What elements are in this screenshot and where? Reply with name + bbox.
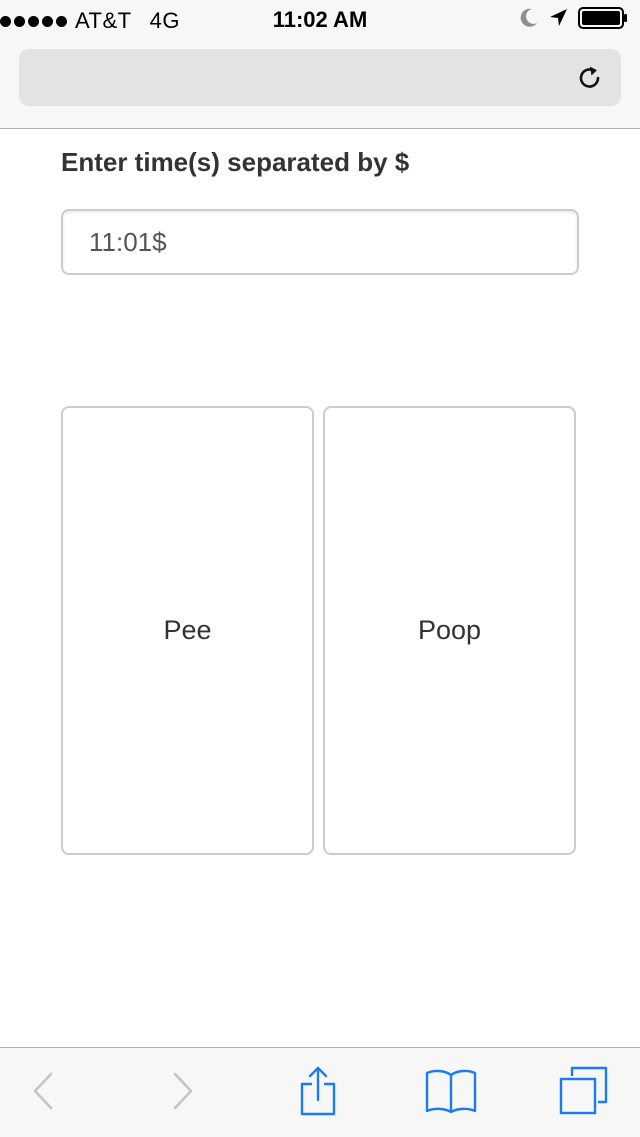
reload-icon[interactable] xyxy=(575,63,605,93)
back-button[interactable] xyxy=(13,1066,73,1120)
tabs-button[interactable] xyxy=(553,1066,613,1120)
location-arrow-icon xyxy=(548,8,568,33)
bookmarks-button[interactable] xyxy=(421,1066,481,1120)
share-icon xyxy=(298,1066,338,1121)
poop-button[interactable]: Poop xyxy=(323,406,576,855)
pee-button-label: Pee xyxy=(163,615,212,645)
browser-address-bar-container xyxy=(0,40,640,129)
poop-button-label: Poop xyxy=(417,615,482,645)
bookmarks-icon xyxy=(424,1067,478,1120)
time-input[interactable] xyxy=(61,209,579,275)
tabs-icon xyxy=(558,1066,608,1121)
pee-button[interactable]: Pee xyxy=(61,406,314,855)
browser-toolbar xyxy=(0,1047,640,1137)
moon-icon xyxy=(520,8,538,33)
status-bar-right xyxy=(520,6,628,34)
status-bar: AT&T 4G 11:02 AM xyxy=(0,0,640,40)
address-bar[interactable] xyxy=(19,49,621,106)
back-icon xyxy=(31,1071,55,1116)
page-content: Enter time(s) separated by $ Pee Poop xyxy=(0,129,640,1047)
battery-icon xyxy=(578,6,628,34)
forward-icon xyxy=(171,1071,195,1116)
forward-button[interactable] xyxy=(153,1066,213,1120)
share-button[interactable] xyxy=(288,1066,348,1120)
time-input-label: Enter time(s) separated by $ xyxy=(61,147,410,177)
